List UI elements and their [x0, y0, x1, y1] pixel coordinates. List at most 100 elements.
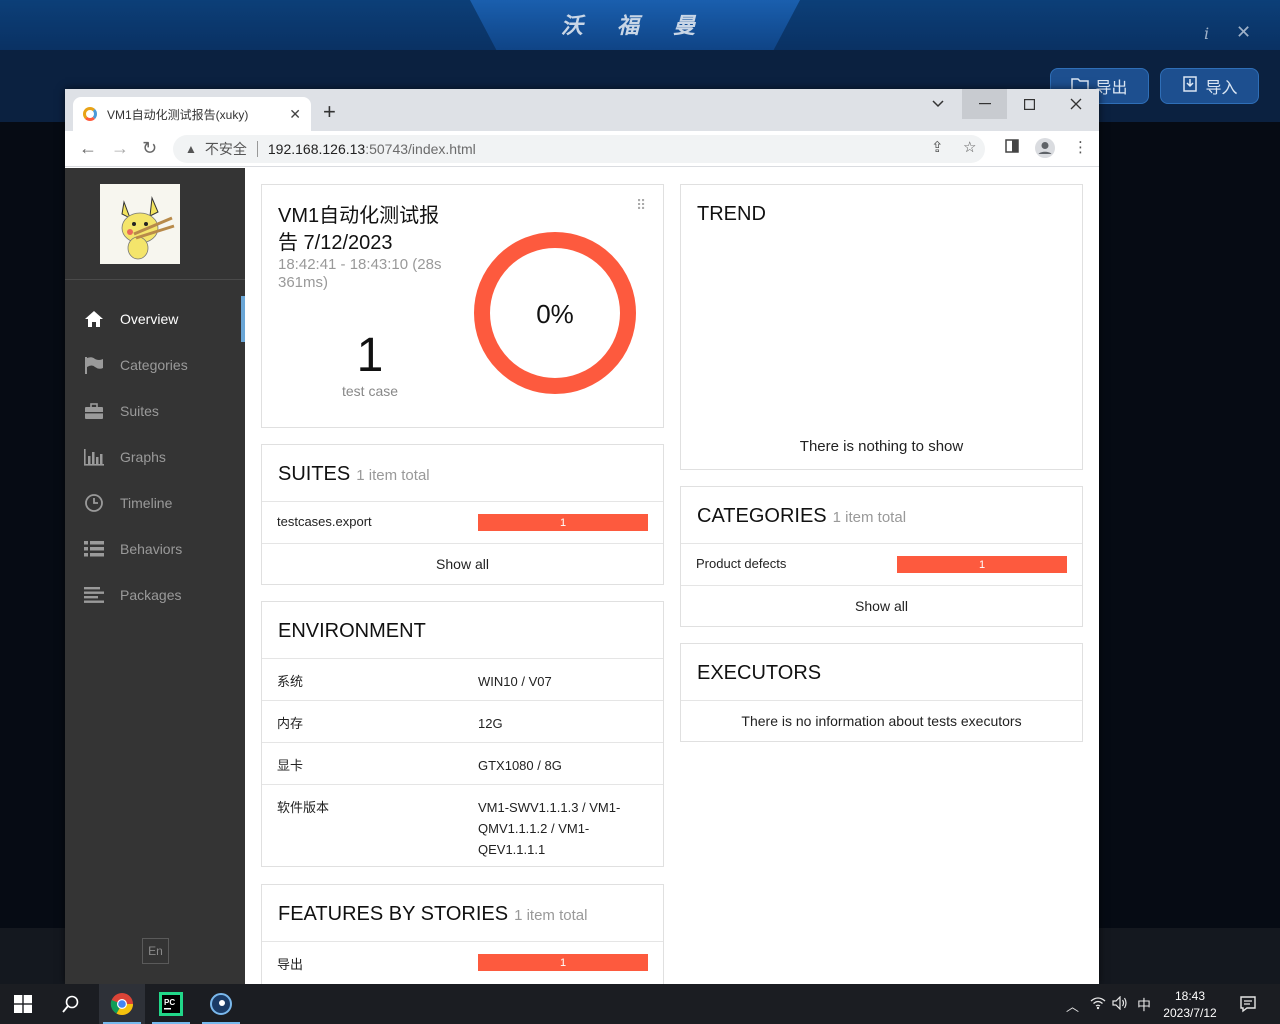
sidebar: Overview Categories Suites Graphs Timeli…: [65, 168, 245, 984]
suites-title-text: SUITES: [278, 463, 351, 485]
suites-title: SUITES 1 item total: [278, 463, 430, 486]
list-icon: [83, 539, 105, 559]
windows-logo-icon: [14, 995, 32, 1013]
sidebar-item-label: Packages: [120, 587, 182, 603]
taskbar-clock[interactable]: 18:43 2023/7/12: [1158, 988, 1222, 1022]
categories-show-all-link[interactable]: Show all: [681, 598, 1082, 614]
category-status-bar: 1: [897, 556, 1067, 573]
warning-icon[interactable]: ▲: [185, 142, 197, 156]
address-bar[interactable]: ▲ 不安全 192.168.126.13:50743/index.html: [173, 135, 985, 163]
start-button[interactable]: [0, 984, 46, 1024]
sidebar-menu: Overview Categories Suites Graphs Timeli…: [65, 296, 245, 618]
sidebar-item-categories[interactable]: Categories: [65, 342, 245, 388]
pass-rate-percent: 0%: [536, 299, 574, 329]
reload-icon[interactable]: ↻: [142, 139, 157, 157]
executors-empty-row: There is no information about tests exec…: [681, 700, 1082, 743]
tab-search-icon[interactable]: [915, 89, 960, 119]
feature-row[interactable]: 导出 1: [262, 941, 663, 983]
environment-value: GTX1080 / 8G: [478, 758, 562, 773]
trend-widget: TREND There is nothing to show: [680, 184, 1083, 470]
environment-widget: ENVIRONMENT 系统 WIN10 / V07 内存 12G 显卡 GTX…: [261, 601, 664, 867]
sidebar-item-graphs[interactable]: Graphs: [65, 434, 245, 480]
categories-show-all-row: Show all: [681, 585, 1082, 628]
sidebar-divider: [65, 279, 245, 280]
sidebar-item-overview[interactable]: Overview: [65, 296, 245, 342]
favicon-icon: [83, 107, 97, 121]
suites-widget: SUITES 1 item total testcases.export 1 Sh…: [261, 444, 664, 585]
ime-indicator[interactable]: 中: [1137, 995, 1151, 1015]
duration-line: 361ms): [278, 274, 329, 291]
language-switch[interactable]: En: [142, 938, 169, 964]
drag-handle-icon[interactable]: ⠿: [636, 197, 646, 214]
import-button[interactable]: 导入: [1160, 68, 1259, 104]
network-icon[interactable]: [1090, 996, 1106, 1013]
environment-value: 12G: [478, 716, 503, 731]
duration-line: 18:42:41 - 18:43:10 (28s: [278, 256, 442, 273]
home-icon: [83, 309, 105, 329]
volume-icon[interactable]: [1112, 995, 1128, 1013]
suites-show-all-row: Show all: [262, 543, 663, 586]
profile-avatar-icon[interactable]: [1034, 137, 1056, 164]
feature-status-bar: 1: [478, 954, 648, 971]
suite-status-bar: 1: [478, 514, 648, 531]
suite-row[interactable]: testcases.export 1: [262, 501, 663, 543]
search-button[interactable]: [48, 984, 94, 1024]
insecure-label: 不安全: [204, 141, 247, 157]
executors-empty-message: There is no information about tests exec…: [741, 713, 1022, 729]
tab-strip: VM1自动化测试报告(xuky) ✕ +: [65, 89, 1099, 131]
sidebar-item-label: Graphs: [120, 449, 166, 465]
tray-overflow-icon[interactable]: ︿: [1066, 996, 1079, 1015]
clock-icon: [83, 493, 105, 513]
features-title-text: FEATURES BY STORIES: [278, 903, 509, 925]
info-icon[interactable]: i: [1204, 24, 1209, 43]
taskbar-pycharm[interactable]: PC: [148, 984, 194, 1024]
share-icon[interactable]: ⇪: [931, 139, 944, 157]
maximize-button[interactable]: [1007, 89, 1052, 119]
taskbar: PC ︿ 中 18:43 2023/7/12: [0, 984, 1280, 1024]
sidebar-item-behaviors[interactable]: Behaviors: [65, 526, 245, 572]
taskbar-chrome[interactable]: [99, 984, 145, 1024]
close-window-button[interactable]: [1053, 89, 1098, 119]
back-icon[interactable]: ←: [79, 139, 97, 157]
executors-title: EXECUTORS: [697, 662, 822, 684]
browser-toolbar: ← → ↻ ▲ 不安全 192.168.126.13:50743/index.h…: [65, 131, 1099, 167]
sidebar-item-packages[interactable]: Packages: [65, 572, 245, 618]
side-panel-icon[interactable]: [1005, 139, 1019, 158]
test-count-label: test case: [341, 383, 399, 399]
forward-icon[interactable]: →: [111, 139, 129, 157]
clock-date: 2023/7/12: [1163, 1006, 1217, 1020]
menu-kebab-icon[interactable]: ⋮: [1073, 139, 1088, 157]
bookmark-star-icon[interactable]: ☆: [963, 139, 976, 157]
suites-show-all-link[interactable]: Show all: [262, 556, 663, 572]
flag-icon: [83, 355, 105, 375]
taskbar-app[interactable]: [198, 984, 244, 1024]
environment-row: 显卡 GTX1080 / 8G: [262, 742, 663, 784]
new-tab-button[interactable]: +: [323, 101, 336, 123]
close-icon[interactable]: ✕: [1236, 22, 1251, 43]
export-label: 导出: [1095, 80, 1128, 97]
minimize-button[interactable]: [962, 89, 1007, 119]
overview-content: VM1自动化测试报 告 7/12/2023 18:42:41 - 18:43:1…: [245, 168, 1099, 984]
category-row[interactable]: Product defects 1: [681, 543, 1082, 585]
environment-key: 系统: [277, 674, 304, 689]
address-path: :50743/index.html: [365, 141, 476, 157]
address-separator: [256, 141, 258, 157]
environment-value: WIN10 / V07: [478, 674, 552, 689]
tab-close-icon[interactable]: ✕: [289, 106, 301, 123]
report-title: VM1自动化测试报 告 7/12/2023: [278, 203, 439, 257]
clock-time: 18:43: [1174, 989, 1206, 1003]
categories-title-text: CATEGORIES: [697, 505, 827, 527]
sidebar-item-label: Timeline: [120, 495, 173, 511]
sidebar-item-suites[interactable]: Suites: [65, 388, 245, 434]
environment-title: ENVIRONMENT: [278, 620, 426, 642]
feature-name: 导出: [277, 957, 304, 972]
summary-widget: VM1自动化测试报 告 7/12/2023 18:42:41 - 18:43:1…: [261, 184, 664, 428]
tab-report[interactable]: VM1自动化测试报告(xuky) ✕: [73, 97, 311, 131]
notifications-icon[interactable]: [1239, 995, 1257, 1016]
address-host: 192.168.126.13: [267, 141, 366, 157]
sidebar-item-timeline[interactable]: Timeline: [65, 480, 245, 526]
environment-row: 软件版本 VM1-SWV1.1.1.3 / VM1-QMV1.1.1.2 / V…: [262, 784, 663, 868]
import-label: 导入: [1205, 80, 1238, 97]
app-icon: [210, 993, 232, 1015]
features-subtitle: 1 item total: [514, 907, 588, 924]
